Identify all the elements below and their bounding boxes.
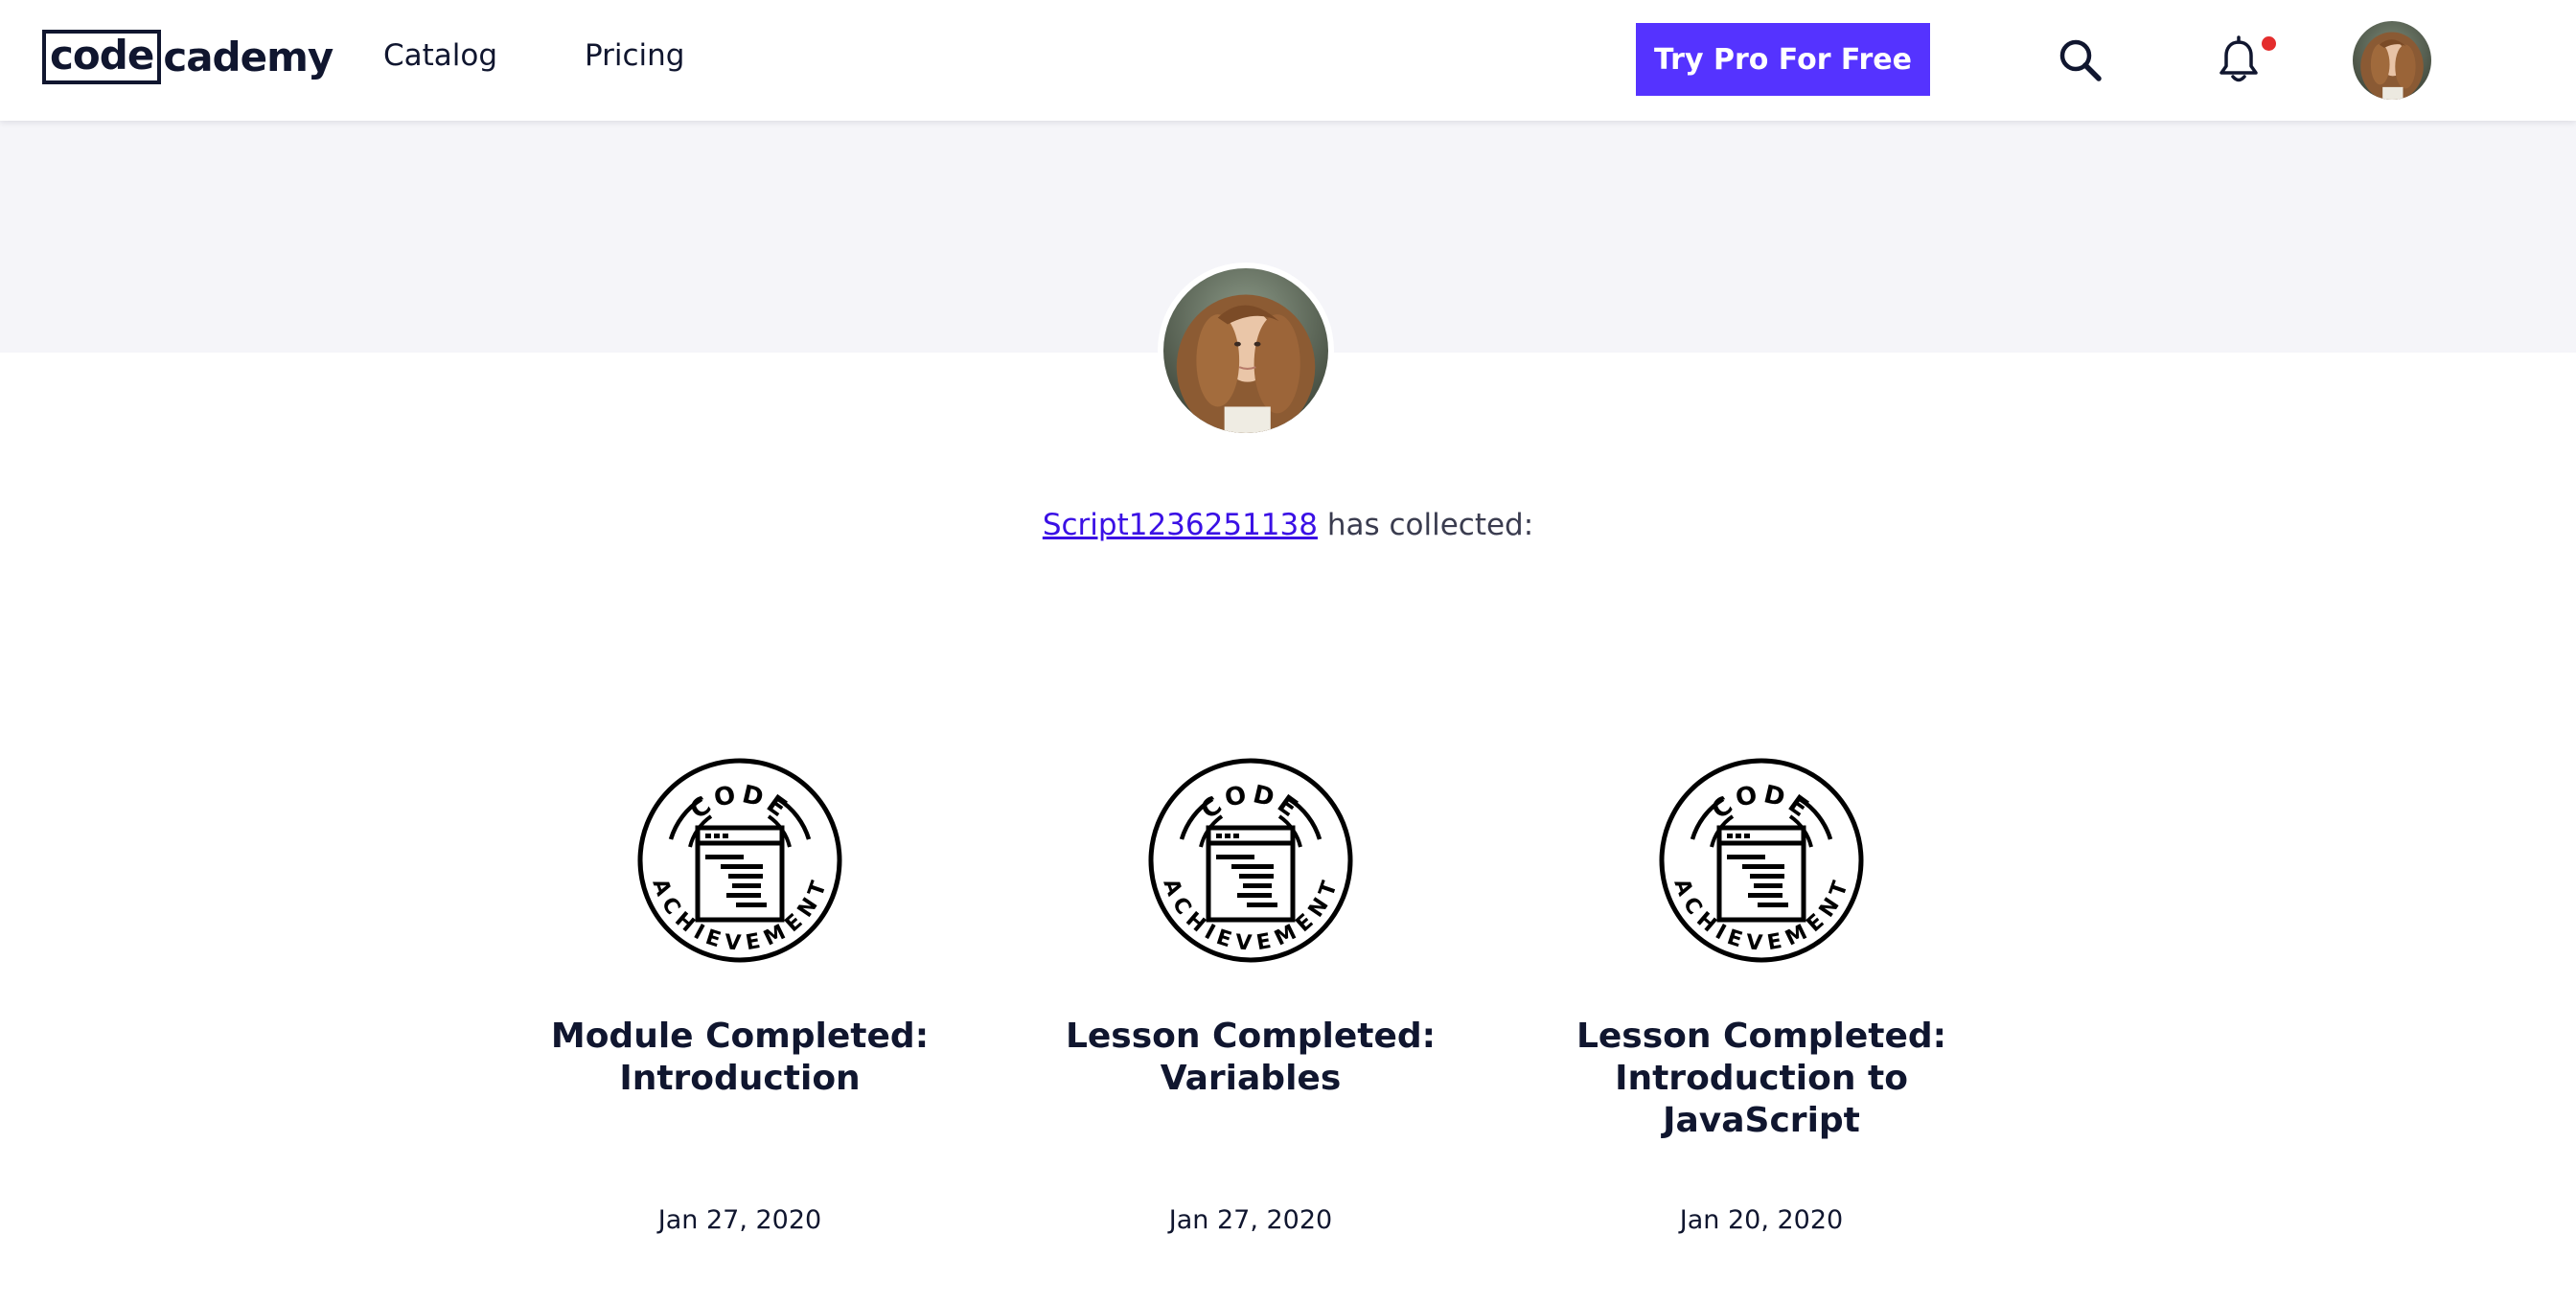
achievement-card[interactable]: CODE ACHIEVEMENT Lesson Completed: Intro… [1560, 757, 1963, 1235]
achievement-title: Lesson Completed: Introduction to JavaSc… [1576, 1017, 1947, 1140]
profile-avatar-image [1163, 268, 1328, 433]
achievement-title: Module Completed: Introduction [550, 1017, 930, 1098]
achievement-date: Jan 27, 2020 [657, 1205, 822, 1235]
code-achievement-badge-icon: CODE ACHIEVEMENT [637, 758, 842, 963]
codecademy-logo[interactable]: code cademy [42, 30, 334, 84]
search-button[interactable] [2057, 36, 2104, 84]
achievement-card[interactable]: CODE ACHIEVEMENT Module Completed: Intro… [539, 757, 941, 1235]
achievement-card[interactable]: CODE ACHIEVEMENT Lesson Completed: Varia… [1049, 757, 1452, 1235]
profile-avatar [1158, 263, 1334, 439]
logo-rest-text: cademy [163, 33, 334, 80]
code-achievement-badge-icon: CODE ACHIEVEMENT [1148, 758, 1353, 963]
code-achievement-badge-icon: CODE ACHIEVEMENT [1659, 758, 1864, 963]
nav-link-catalog[interactable]: Catalog [383, 38, 497, 74]
top-navigation: code cademy Catalog Pricing Try Pro For … [0, 0, 2576, 121]
avatar-image [2353, 21, 2431, 100]
notification-dot [2262, 36, 2276, 51]
notifications-button[interactable] [2214, 34, 2264, 86]
bell-icon [2220, 35, 2258, 82]
nav-link-pricing[interactable]: Pricing [585, 38, 685, 74]
logo-boxed-text: code [42, 30, 162, 84]
user-avatar-menu[interactable] [2353, 21, 2431, 100]
collected-text: has collected: [1317, 508, 1534, 542]
username-link[interactable]: Script1236251138 [1043, 508, 1318, 542]
collected-heading: Script1236251138 has collected: [0, 508, 2576, 543]
search-icon [2059, 39, 2102, 81]
try-pro-button[interactable]: Try Pro For Free [1636, 23, 1930, 96]
achievement-title: Lesson Completed: Variables [1065, 1017, 1437, 1098]
achievement-date: Jan 27, 2020 [1168, 1205, 1333, 1235]
achievement-date: Jan 20, 2020 [1679, 1205, 1844, 1235]
